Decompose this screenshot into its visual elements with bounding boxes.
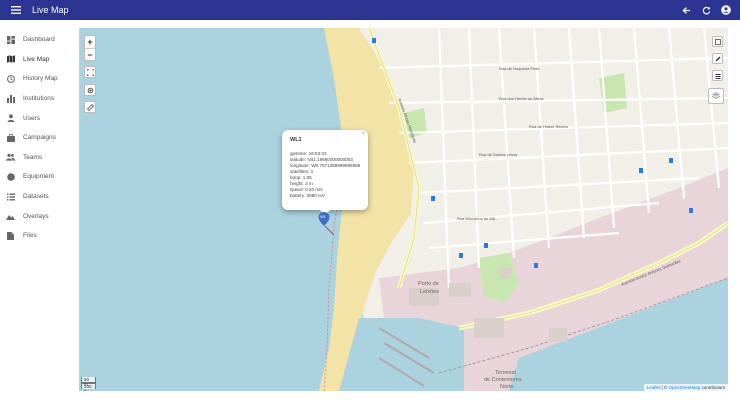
- app-header: Live Map: [0, 0, 740, 20]
- place-label: Terminal: [495, 370, 516, 376]
- attribution-suffix: contributors: [700, 385, 725, 390]
- popup-close-button[interactable]: ×: [361, 131, 365, 137]
- osm-link[interactable]: OpenStreetMap: [668, 385, 700, 390]
- overlay-icon: [6, 212, 15, 221]
- street-label: Rua Mouzinho de Alb...: [457, 216, 499, 221]
- list-button[interactable]: [712, 70, 723, 81]
- street-label: Rua de Hintze Ribeiro: [529, 124, 569, 129]
- sidebar-item-label: Dashboard: [23, 36, 55, 44]
- pencil-icon: [715, 56, 720, 61]
- sidebar-item-label: Teams: [23, 153, 43, 161]
- street-label: Rua de Santos Lessa: [479, 152, 518, 157]
- sidebar: Dashboard Live Map History Map Instituti…: [0, 20, 79, 400]
- page-title: Live Map: [32, 5, 69, 15]
- map-scale: 50 m 200 ft: [81, 377, 96, 391]
- team-icon: [6, 153, 15, 162]
- ruler-icon: [86, 103, 94, 111]
- sidebar-item-teams[interactable]: Teams: [0, 148, 79, 168]
- layers-button[interactable]: [708, 88, 724, 104]
- device-marker[interactable]: WL: [318, 212, 330, 226]
- place-label: Leixões: [420, 289, 439, 295]
- leaflet-link[interactable]: Leaflet: [647, 385, 661, 390]
- menu-icon[interactable]: [6, 0, 26, 20]
- sidebar-item-files[interactable]: Files: [0, 226, 79, 246]
- account-icon[interactable]: [720, 4, 732, 16]
- layer-toggle-button[interactable]: [712, 36, 723, 47]
- sidebar-item-overlays[interactable]: Overlays: [0, 206, 79, 226]
- image-icon: [714, 38, 721, 45]
- draw-button[interactable]: [712, 53, 723, 64]
- place-label: de Contentores: [484, 377, 522, 383]
- back-arrow-icon[interactable]: [680, 4, 692, 16]
- map-attribution: Leaflet | © OpenStreetMap contributors: [643, 384, 728, 391]
- institution-icon: [6, 94, 15, 103]
- sidebar-item-label: History Map: [23, 75, 58, 83]
- sidebar-item-label: Datasets: [23, 193, 49, 201]
- sidebar-item-campaigns[interactable]: Campaigns: [0, 128, 79, 148]
- zoom-control: + −: [84, 35, 96, 61]
- popup-battery: battery: 3980 mV: [290, 193, 325, 198]
- sidebar-item-equipment[interactable]: Equipment: [0, 167, 79, 187]
- file-icon: [6, 231, 15, 240]
- sidebar-item-label: Campaigns: [23, 134, 56, 142]
- fullscreen-button[interactable]: [84, 66, 96, 78]
- sidebar-item-label: Files: [23, 232, 37, 240]
- campaign-icon: [6, 133, 15, 142]
- locate-icon: [87, 87, 93, 93]
- street-label: Rua de Noqueira Pinto: [499, 66, 540, 71]
- fullscreen-icon: [86, 68, 94, 76]
- user-icon: [6, 114, 15, 123]
- dashboard-icon: [6, 35, 15, 44]
- sidebar-item-institutions[interactable]: Institutions: [0, 89, 79, 109]
- marker-label: WL: [320, 214, 326, 219]
- dataset-icon: [6, 192, 15, 201]
- sidebar-item-history-map[interactable]: History Map: [0, 69, 79, 89]
- popup-title: WL1: [290, 137, 302, 143]
- place-label: Porto de: [418, 281, 439, 287]
- layers-icon: [711, 92, 721, 99]
- map-icon: [6, 55, 15, 64]
- street-label: Rua dos Heróis de África: [499, 96, 544, 101]
- live-map[interactable]: Rua de Noqueira Pinto Rua dos Heróis de …: [79, 28, 728, 391]
- sidebar-item-label: Overlays: [23, 212, 49, 220]
- sidebar-item-live-map[interactable]: Live Map: [0, 50, 79, 70]
- heading-line: [324, 225, 335, 236]
- list-icon: [715, 73, 720, 79]
- sidebar-item-label: Equipment: [23, 173, 55, 181]
- measure-button[interactable]: [84, 101, 96, 113]
- device-popup: × WL1 gpstime: 16:53:23 latitude: N41.19…: [282, 130, 368, 215]
- locate-button[interactable]: [84, 84, 96, 96]
- place-label: Norte: [500, 384, 514, 390]
- map-tiles: [79, 28, 728, 391]
- sidebar-item-dashboard[interactable]: Dashboard: [0, 30, 79, 50]
- zoom-in-button[interactable]: +: [85, 36, 95, 48]
- equipment-icon: [6, 172, 15, 181]
- history-icon: [6, 74, 15, 83]
- refresh-icon[interactable]: [700, 4, 712, 16]
- sidebar-item-label: Live Map: [23, 55, 50, 63]
- zoom-out-button[interactable]: −: [85, 48, 95, 60]
- sidebar-item-label: Institutions: [23, 95, 55, 103]
- scale-imperial: 200 ft: [81, 383, 96, 391]
- sidebar-item-datasets[interactable]: Datasets: [0, 187, 79, 207]
- sidebar-item-users[interactable]: Users: [0, 108, 79, 128]
- sidebar-item-label: Users: [23, 114, 40, 122]
